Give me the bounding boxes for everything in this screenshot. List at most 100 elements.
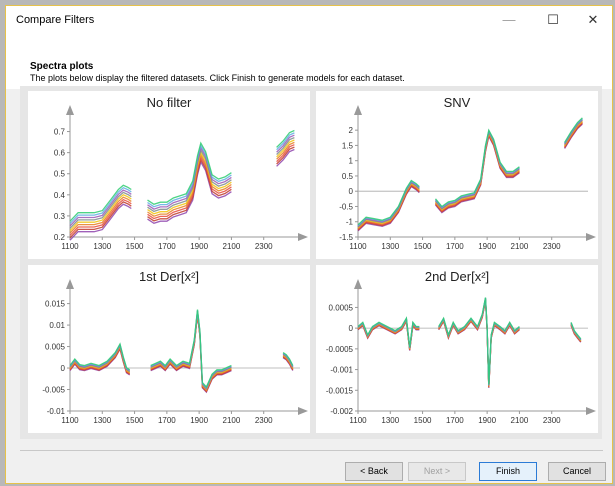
x-tick-label: 1100 [61,416,79,425]
x-tick-label: 1300 [93,416,111,425]
spectrum-line [438,300,520,388]
spectrum-line [438,297,520,385]
y-tick-label: 0.0005 [329,303,354,312]
y-tick-label: -0.01 [47,407,66,416]
y-tick-label: -0.5 [339,202,353,211]
x-tick-label: 1700 [158,242,176,251]
x-tick-label: 1700 [446,242,464,251]
y-tick-label: 0.015 [45,300,66,309]
spectrum-line [150,310,232,390]
x-tick-label: 2300 [543,242,561,251]
x-tick-label: 2300 [543,416,561,425]
x-tick-label: 1100 [349,416,367,425]
y-tick-label: 0.005 [45,343,66,352]
x-tick-label: 1100 [349,242,367,251]
y-tick-label: 0.01 [49,321,65,330]
y-tick-label: 1.5 [342,141,354,150]
x-tick-label: 2100 [223,416,241,425]
spectrum-line [150,311,232,391]
y-tick-label: 0.2 [54,233,66,242]
x-axis-arrow [586,407,596,415]
spectrum-line [435,128,520,208]
spectrum-line [435,130,520,210]
y-tick-label: -0.0005 [326,345,354,354]
finish-button[interactable]: Finish [479,462,537,481]
spectra-plots-area: No filter 0.7 0.6 0.5 0.4 0.3 0.2 1100 1300 1500… [20,86,602,439]
snv-chart: 2 1.5 1 0.5 0 -0.5 -1 -1.51100 1300 1500 1700 1900 2… [339,105,596,251]
spectrum-line [150,312,232,392]
spectrum-line [438,298,520,387]
y-axis-arrow [66,105,74,115]
x-axis-arrow [298,407,308,415]
spectrum-line [438,300,520,388]
x-tick-label: 1500 [126,416,144,425]
spectrum-line [357,185,420,232]
x-tick-label: 1300 [381,242,399,251]
spectrum-line [150,310,232,389]
y-tick-label: -1 [346,218,354,227]
spectrum-line [438,297,520,385]
wizard-header: Spectra plots The plots below display th… [6,34,612,89]
cancel-button[interactable]: Cancel [548,462,606,481]
y-tick-label: 0.3 [54,212,66,221]
x-tick-label: 2300 [255,242,273,251]
x-tick-label: 1500 [414,416,432,425]
spectrum-line [438,298,520,386]
x-tick-label: 1500 [126,242,144,251]
y-tick-label: 0 [61,364,66,373]
x-tick-label: 1900 [190,242,208,251]
maximize-button[interactable]: ☐ [534,6,572,34]
y-tick-label: -0.0015 [326,386,354,395]
spectrum-line [150,312,232,391]
y-tick-label: 0.4 [54,191,66,200]
window-title: Compare Filters [16,14,95,26]
first-derivative-plot: 1st Der[x²] 0.015 0.01 0.005 0 -0.005 -0.01 11… [28,265,310,433]
next-button[interactable]: Next > [408,462,466,481]
x-tick-label: 2300 [255,416,273,425]
y-tick-label: 0 [349,187,354,196]
back-button[interactable]: < Back [345,462,403,481]
footer-divider [20,450,603,451]
x-tick-label: 1900 [478,416,496,425]
snv-plot: SNV 2 1.5 1 0.5 0 -0.5 -1 -1.5 1100 1300 1500 1700 1… [316,91,598,259]
x-tick-label: 1500 [414,242,432,251]
spectrum-line [150,313,232,392]
spectrum-line [435,129,520,209]
no-filter-plot: No filter 0.7 0.6 0.5 0.4 0.3 0.2 1100 1300 1500… [28,91,310,259]
page-title: Spectra plots [30,61,94,72]
minimize-button[interactable]: — [490,6,528,34]
x-axis-arrow [586,233,596,241]
spectrum-line [438,299,520,388]
y-tick-label: 0 [349,324,354,333]
second-derivative-chart: 0.0005 0 -0.0005 -0.001 -0.0015 -0.0021100 130… [326,279,596,425]
title-bar: Compare Filters — ☐ ✕ [6,6,612,34]
x-tick-label: 1700 [158,416,176,425]
y-tick-label: 2 [349,126,354,135]
y-tick-label: 1 [349,157,354,166]
y-tick-label: 0.6 [54,149,66,158]
x-tick-label: 1300 [381,416,399,425]
close-button[interactable]: ✕ [574,6,612,34]
y-tick-label: -0.002 [330,407,353,416]
x-tick-label: 1700 [446,416,464,425]
y-tick-label: 0.7 [54,128,66,137]
x-tick-label: 1900 [190,416,208,425]
spectrum-line [438,298,520,386]
spectrum-line [357,316,420,348]
x-tick-label: 1300 [93,242,111,251]
x-tick-label: 1100 [61,242,79,251]
y-axis-arrow [354,105,362,115]
page-subtitle: The plots below display the filtered dat… [30,73,405,83]
no-filter-chart: 0.7 0.6 0.5 0.4 0.3 0.21100 1300 1500 1700 1900 21… [54,105,308,251]
spectrum-line [438,299,520,387]
y-tick-label: -0.001 [330,366,353,375]
y-tick-label: -1.5 [339,233,353,242]
y-axis-arrow [354,279,362,289]
y-tick-label: 0.5 [54,170,66,179]
x-tick-label: 2100 [511,242,529,251]
first-derivative-chart: 0.015 0.01 0.005 0 -0.005 -0.011100 1300 1500 17… [42,279,308,425]
y-axis-arrow [66,279,74,289]
second-derivative-plot: 2nd Der[x²] 0.0005 0 -0.0005 -0.001 -0.0015-… [316,265,598,433]
x-tick-label: 1900 [478,242,496,251]
x-tick-label: 2100 [511,416,529,425]
